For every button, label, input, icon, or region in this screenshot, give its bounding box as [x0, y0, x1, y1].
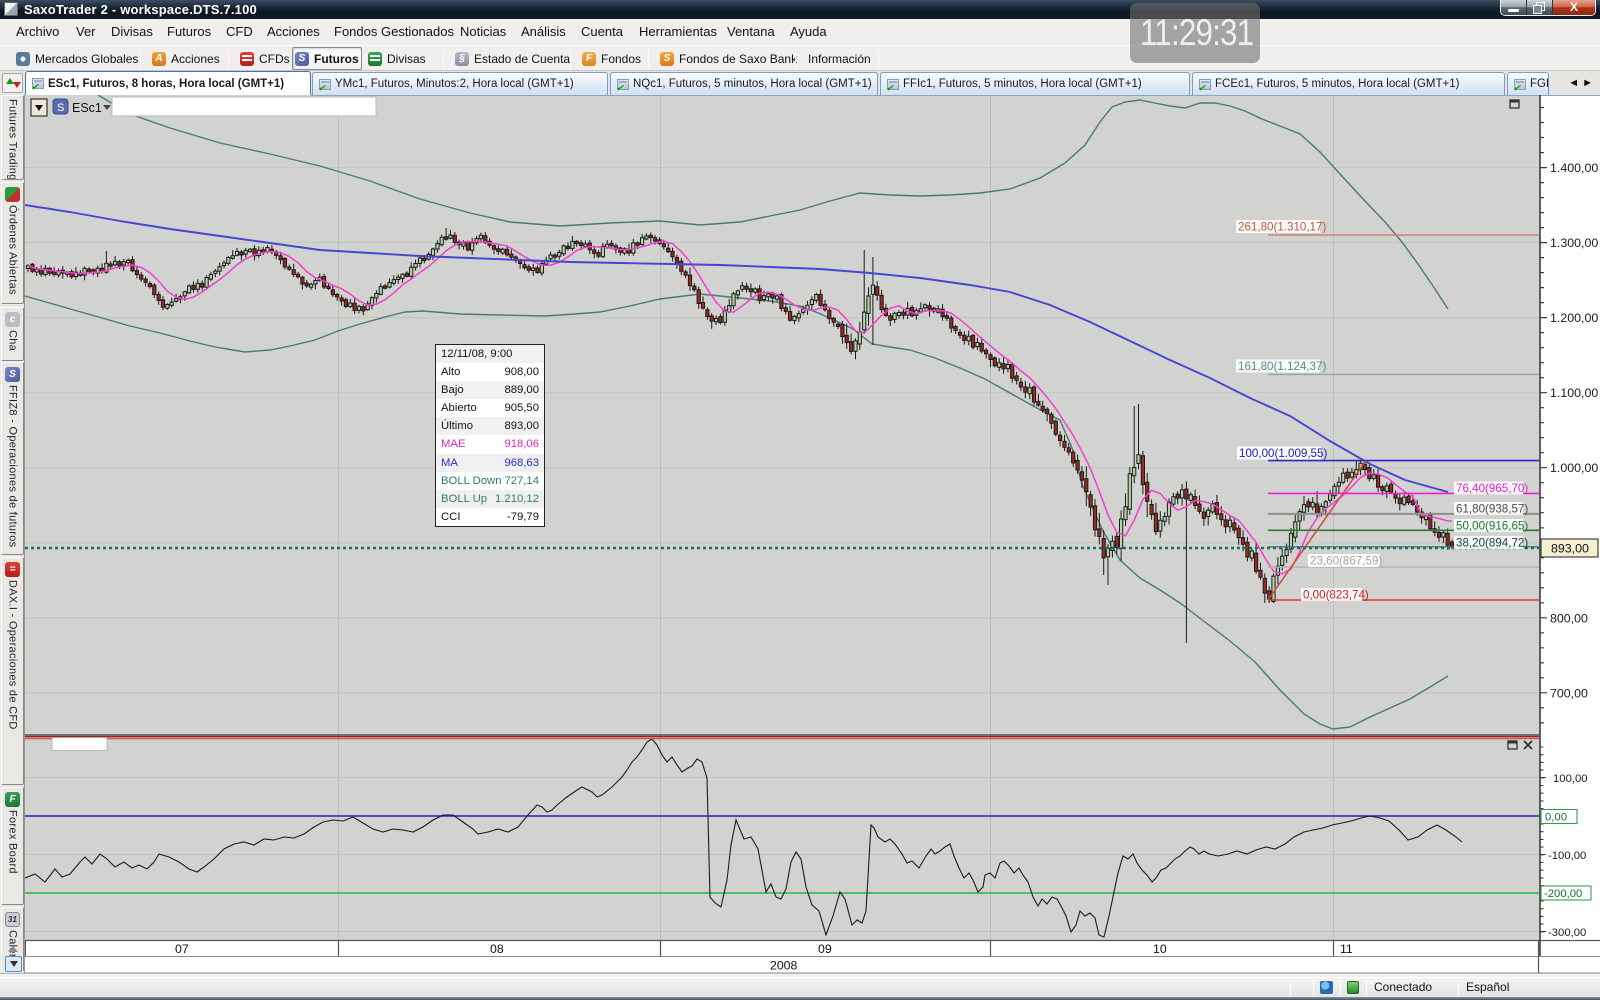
svg-text:800,00: 800,00 — [1550, 611, 1588, 625]
svg-text:700,00: 700,00 — [1550, 686, 1588, 700]
svg-text:1.300,00: 1.300,00 — [1550, 236, 1598, 250]
svg-text:-200,00: -200,00 — [1544, 888, 1582, 900]
svg-text:893,00: 893,00 — [1551, 542, 1589, 556]
svg-text:08: 08 — [490, 942, 504, 956]
svg-text:1.000,00: 1.000,00 — [1550, 461, 1598, 475]
svg-text:76,40(965,70): 76,40(965,70) — [1456, 482, 1528, 495]
svg-text:11: 11 — [1340, 942, 1353, 956]
svg-text:1.400,00: 1.400,00 — [1550, 161, 1598, 175]
svg-text:23,60(867,59): 23,60(867,59) — [1310, 555, 1382, 568]
svg-text:261,80(1.310,17): 261,80(1.310,17) — [1238, 221, 1326, 234]
svg-text:1.100,00: 1.100,00 — [1550, 386, 1598, 400]
svg-text:38,20(894,72): 38,20(894,72) — [1456, 537, 1528, 550]
svg-text:09: 09 — [818, 942, 832, 956]
svg-text:-100,00: -100,00 — [1548, 850, 1586, 862]
svg-text:161,80(1.124,37): 161,80(1.124,37) — [1238, 360, 1326, 373]
svg-text:0,00: 0,00 — [1545, 812, 1567, 824]
svg-text:100,00(1.009,55): 100,00(1.009,55) — [1239, 447, 1327, 460]
svg-text:10: 10 — [1153, 942, 1167, 956]
svg-text:ESc1: ESc1 — [72, 101, 102, 115]
svg-text:2008: 2008 — [770, 959, 798, 973]
svg-text:-300,00: -300,00 — [1548, 927, 1586, 939]
svg-text:07: 07 — [175, 942, 189, 956]
svg-text:1.200,00: 1.200,00 — [1550, 311, 1598, 325]
svg-text:100,00: 100,00 — [1553, 773, 1588, 785]
svg-text:50,00(916,65): 50,00(916,65) — [1456, 520, 1528, 533]
svg-text:S: S — [57, 102, 64, 114]
svg-text:61,80(938,57): 61,80(938,57) — [1456, 503, 1528, 516]
svg-text:0,00(823,74): 0,00(823,74) — [1303, 589, 1369, 602]
